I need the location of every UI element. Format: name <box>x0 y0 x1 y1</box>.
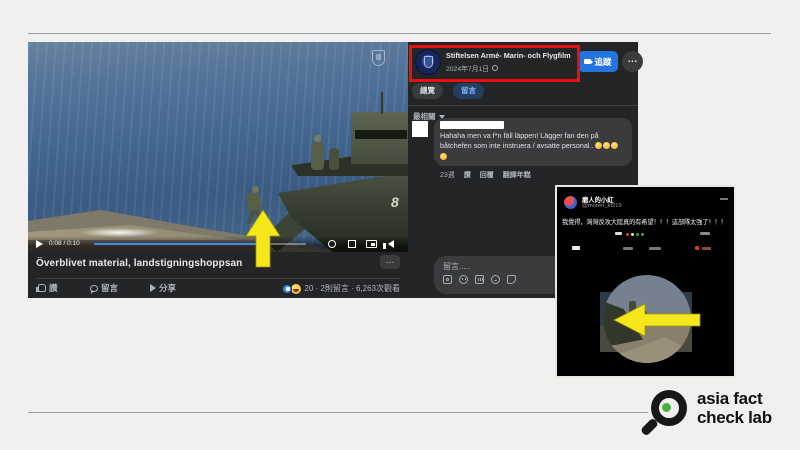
rec-icon <box>695 246 699 250</box>
indicator-mark <box>702 247 711 250</box>
white-dot <box>631 233 634 236</box>
repost-menu-icon <box>720 198 728 200</box>
share-icon <box>150 284 156 292</box>
annotation-arrow-up <box>245 210 281 268</box>
comment-like-link[interactable]: 讚 <box>464 170 471 180</box>
laughing-emoji-icon <box>595 142 602 149</box>
laughing-emoji-icon <box>603 142 610 149</box>
repost-viewfinder-row <box>557 246 734 251</box>
second-soldier-on-bow <box>329 148 339 170</box>
follow-label: 追蹤 <box>594 56 611 68</box>
laughing-emoji-icon <box>611 142 618 149</box>
comment-button[interactable]: 留言 <box>90 282 118 294</box>
follow-button[interactable]: 追蹤 <box>578 51 618 72</box>
play-icon[interactable] <box>36 240 43 248</box>
video-title: Överblivet material, landstigningshoppsa… <box>36 258 242 269</box>
asia-fact-check-lab-logo: asia fact check lab <box>645 388 795 440</box>
comment-label: 留言 <box>101 282 118 294</box>
emoji-icon[interactable] <box>491 275 500 284</box>
haha-reaction-icon <box>291 284 301 294</box>
military-crest-watermark-icon <box>372 50 385 66</box>
composer-icons <box>443 275 516 284</box>
share-button[interactable]: 分享 <box>150 282 176 294</box>
repost-player-indicator-row <box>557 232 734 237</box>
green-dot <box>636 233 639 236</box>
like-button[interactable]: 讚 <box>38 282 58 294</box>
tab-comments[interactable]: 留言 <box>453 83 484 99</box>
bottom-divider-line <box>28 412 648 413</box>
comment-text-content: Hahaha men va f*n fäll läppen! Lägger fa… <box>440 131 599 150</box>
header-more-button[interactable]: … <box>622 51 643 72</box>
logo-line2: check lab <box>697 409 772 428</box>
video-camera-icon <box>584 59 591 64</box>
like-icon <box>38 284 46 292</box>
laughing-emoji-icon <box>440 153 447 160</box>
boat-hull-number: 8 <box>391 194 399 210</box>
video-player[interactable]: 8 0:08 / 0:10 <box>28 42 408 252</box>
green-dot <box>641 233 644 236</box>
like-label: 讚 <box>49 282 58 294</box>
volume-icon[interactable] <box>388 240 394 248</box>
stats-text: 20 · 2則留言 · 6,263次觀看 <box>304 283 400 294</box>
annotation-arrow-left <box>613 303 701 337</box>
repost-avatar <box>564 196 577 209</box>
battery-icon <box>572 246 580 250</box>
indicator-mark <box>623 247 633 250</box>
indicator-mark <box>700 232 710 235</box>
indicator-mark <box>615 232 622 235</box>
comment-reply-link[interactable]: 回覆 <box>480 170 494 180</box>
repost-caption: 我覺得，灣灣反攻大陸真的有希望！！！這部隊太強了！！！ <box>562 217 732 226</box>
avatar-sticker-icon[interactable] <box>459 275 468 284</box>
camera-icon[interactable] <box>443 275 452 284</box>
video-timestamp: 0:08 / 0:10 <box>49 240 80 247</box>
facebook-post-screenshot: 8 0:08 / 0:10 Överblivet material, lands… <box>28 42 638 298</box>
progress-fill <box>94 243 259 245</box>
top-divider-line <box>28 33 771 34</box>
redacted-commenter-name <box>440 121 504 129</box>
video-title-bar: Överblivet material, landstigningshoppsa… <box>28 252 408 278</box>
magnifier-green-dot <box>662 403 671 412</box>
landing-boat: 8 <box>263 102 408 252</box>
redacted-commenter-avatar <box>412 121 428 137</box>
video-control-bar: 0:08 / 0:10 <box>28 236 408 252</box>
red-dot <box>626 233 629 236</box>
settings-icon[interactable] <box>328 240 336 248</box>
picture-in-picture-icon[interactable] <box>366 240 377 248</box>
fact-check-highlight-box <box>409 45 580 82</box>
indicator-mark <box>649 247 661 250</box>
soldier-on-bow <box>311 142 324 170</box>
comment-age: 23週 <box>440 170 455 180</box>
tab-overview[interactable]: 總覽 <box>412 83 443 99</box>
comment-text: Hahaha men va f*n fäll läppen! Lägger fa… <box>440 131 626 162</box>
post-stats[interactable]: 20 · 2則留言 · 6,263次觀看 <box>282 283 400 294</box>
post-action-row: 讚 留言 分享 20 · 2則留言 · 6,263次觀看 <box>28 279 408 298</box>
share-label: 分享 <box>159 282 176 294</box>
sticker-icon[interactable] <box>507 275 516 284</box>
comment-meta-row: 23週 讚 回覆 翻譯年糕 <box>440 170 531 180</box>
comment-translate-link[interactable]: 翻譯年糕 <box>503 170 531 180</box>
soldier-on-bow-head <box>314 135 321 142</box>
thumbs-up-reaction-icon <box>282 284 292 294</box>
comment-icon <box>90 285 98 292</box>
boat-windows <box>355 130 407 139</box>
logo-text: asia fact check lab <box>697 390 772 427</box>
repost-handle: @moren_kf219 <box>582 203 622 209</box>
fullscreen-icon[interactable] <box>348 240 356 248</box>
gif-icon[interactable] <box>475 275 484 284</box>
comment-bubble: Hahaha men va f*n fäll läppen! Lägger fa… <box>434 118 632 166</box>
jumping-soldier-head <box>252 186 259 193</box>
boat-mast <box>381 92 383 114</box>
video-more-button[interactable]: … <box>380 255 400 269</box>
repost-screenshot: 磨人的小紅 @moren_kf219 我覺得，灣灣反攻大陸真的有希望！！！這部隊… <box>555 185 736 378</box>
logo-line1: asia fact <box>697 390 772 409</box>
panel-divider <box>408 105 638 106</box>
